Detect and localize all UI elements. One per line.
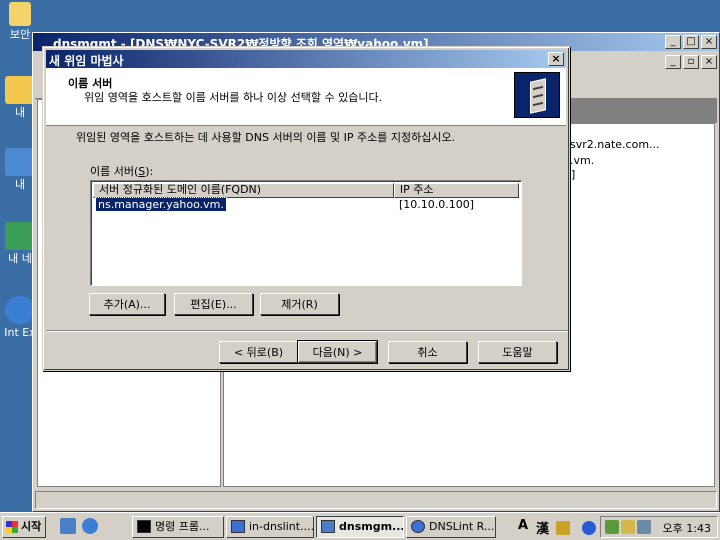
server-ip-cell: [10.10.0.100]	[399, 198, 475, 211]
system-tray: 오후 1:43	[600, 516, 718, 538]
taskbar: 시작 명령 프롬... in-dnslint.... dnsmgm... DNS…	[0, 512, 720, 540]
status-bar	[35, 491, 717, 509]
add-button[interactable]: 추가(A)...	[89, 293, 165, 315]
dnsmgmt-window-controls: _ □ ×	[665, 35, 717, 49]
clock[interactable]: 오후 1:43	[663, 520, 711, 536]
ime-mode-indicator[interactable]: A	[518, 518, 528, 533]
windows-logo-icon	[6, 521, 18, 533]
child-window-controls: _ ▫ ×	[665, 55, 717, 69]
task-dnslint-report[interactable]: DNSLint R...	[406, 516, 496, 538]
internet-explorer-icon	[5, 296, 35, 324]
tray-shield-icon[interactable]	[621, 520, 635, 534]
server-icon	[514, 72, 560, 118]
back-button[interactable]: < 뒤로(B)	[219, 341, 298, 363]
dialog-close-button[interactable]: ×	[548, 52, 564, 66]
dialog-title[interactable]: 새 위임 마법사	[46, 50, 566, 68]
wizard-page-subtitle: 위임 영역을 호스트할 이름 서버를 하나 이상 선택할 수 있습니다.	[84, 91, 383, 104]
child-close-button[interactable]: ×	[701, 55, 717, 69]
table-row[interactable]: ns.manager.yahoo.vm. [10.10.0.100]	[93, 197, 519, 212]
column-header-fqdn[interactable]: 서버 정규화된 도메인 이름(FQDN)	[93, 183, 394, 198]
name-server-list[interactable]: 서버 정규화된 도메인 이름(FQDN) IP 주소 ns.manager.ya…	[90, 180, 522, 286]
list-item[interactable]: .vm.	[570, 154, 594, 167]
task-label: DNSLint R...	[429, 520, 495, 533]
start-button[interactable]: 시작	[2, 516, 46, 538]
computer-icon	[5, 148, 35, 176]
cancel-button[interactable]: 취소	[388, 341, 467, 363]
result-pane-header	[563, 99, 717, 123]
child-restore-button[interactable]: ▫	[683, 55, 699, 69]
task-in-dnslint[interactable]: in-dnslint....	[226, 516, 314, 538]
help-icon[interactable]	[582, 521, 596, 535]
column-header-ip[interactable]: IP 주소	[393, 183, 519, 198]
ime-tool-icon[interactable]	[556, 521, 570, 535]
tray-network-icon[interactable]	[605, 520, 619, 534]
wizard-header: 이름 서버 위임 영역을 호스트할 이름 서버를 하나 이상 선택할 수 있습니…	[46, 68, 566, 126]
folder-icon	[5, 76, 35, 104]
ime-hanja-indicator[interactable]: 漢	[536, 518, 549, 537]
remove-button[interactable]: 제거(R)	[260, 293, 339, 315]
help-button[interactable]: 도움말	[478, 341, 557, 363]
task-dnsmgmt[interactable]: dnsmgm...	[316, 516, 404, 538]
command-prompt-icon	[137, 520, 151, 533]
list-header: 서버 정규화된 도메인 이름(FQDN) IP 주소	[93, 183, 519, 198]
next-button[interactable]: 다음(N) >	[297, 340, 378, 364]
list-item[interactable]: svr2.nate.com...	[570, 138, 660, 151]
tray-monitor-icon[interactable]	[637, 520, 651, 534]
task-command-prompt[interactable]: 명령 프롬...	[132, 516, 224, 538]
network-icon	[5, 222, 35, 250]
maximize-button[interactable]: □	[683, 35, 699, 49]
start-label: 시작	[21, 520, 42, 533]
minimize-button[interactable]: _	[665, 35, 681, 49]
server-fqdn-cell: ns.manager.yahoo.vm.	[95, 197, 227, 212]
instruction-text: 위임된 영역을 호스트하는 데 사용할 DNS 서버의 이름 및 IP 주소를 …	[76, 131, 456, 144]
dns-icon	[321, 520, 335, 533]
close-button[interactable]: ×	[701, 35, 717, 49]
task-label: dnsmgm...	[339, 520, 404, 533]
name-servers-label: 이름 서버(S):	[90, 165, 154, 178]
task-label: 명령 프롬...	[155, 520, 210, 533]
edit-button[interactable]: 편집(E)...	[174, 293, 253, 315]
dialog-separator	[46, 330, 568, 332]
task-label: in-dnslint....	[249, 520, 314, 533]
document-icon	[231, 520, 245, 533]
security-shortcut-icon	[9, 2, 31, 26]
child-minimize-button[interactable]: _	[665, 55, 681, 69]
browser-icon	[411, 520, 425, 533]
quicklaunch-internet-explorer-icon[interactable]	[82, 518, 98, 534]
quicklaunch-desktop-icon[interactable]	[60, 518, 76, 534]
